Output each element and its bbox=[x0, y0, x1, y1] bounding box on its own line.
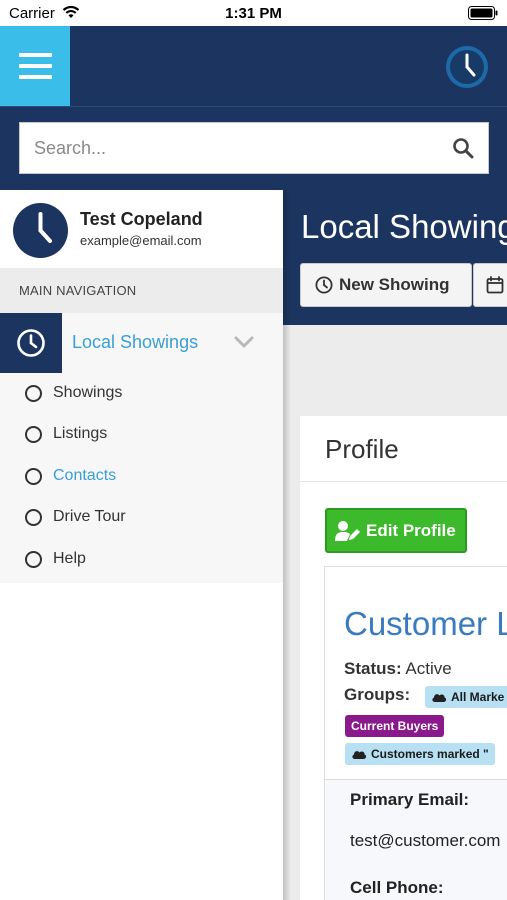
chevron-down-icon[interactable] bbox=[234, 335, 254, 349]
user-email: example@email.com bbox=[80, 233, 202, 248]
new-showing-label: New Showing bbox=[339, 275, 450, 294]
tag-label: Customers marked " bbox=[371, 747, 489, 761]
nav-section-header: MAIN NAVIGATION bbox=[0, 268, 283, 313]
page-header: Local Showings New Showing bbox=[283, 190, 507, 325]
user-edit-icon bbox=[335, 520, 360, 541]
clock-icon bbox=[0, 313, 62, 373]
clock-logo-icon bbox=[446, 46, 488, 88]
status-label: Status: bbox=[344, 659, 402, 678]
circle-icon bbox=[25, 426, 42, 443]
sidebar-item-listings[interactable]: Listings bbox=[0, 414, 283, 455]
customer-name: Customer L bbox=[344, 605, 507, 642]
sidebar-item-local-showings[interactable]: Local Showings bbox=[0, 313, 283, 373]
clock-icon bbox=[315, 276, 333, 294]
user-panel: Test Copeland example@email.com bbox=[0, 190, 283, 268]
contact-info-section: Primary Email: test@customer.com Cell Ph… bbox=[325, 779, 507, 900]
page-title: Local Showings bbox=[301, 208, 507, 245]
sidebar-item-showings[interactable]: Showings bbox=[0, 373, 283, 414]
calendar-icon bbox=[486, 276, 504, 294]
battery-icon bbox=[468, 6, 498, 20]
edit-profile-button[interactable]: Edit Profile bbox=[325, 508, 467, 553]
group-tag[interactable]: Current Buyers bbox=[345, 715, 445, 737]
user-name: Test Copeland bbox=[80, 209, 203, 229]
search-icon[interactable] bbox=[452, 137, 474, 159]
groups-label: Groups: bbox=[344, 685, 411, 704]
circle-icon bbox=[25, 385, 42, 402]
top-app-bar bbox=[0, 26, 507, 106]
search-band bbox=[0, 106, 507, 190]
sidebar-item-help[interactable]: Help bbox=[0, 539, 283, 580]
circle-icon bbox=[25, 468, 42, 485]
clock-time: 1:31 PM bbox=[225, 5, 282, 22]
customer-box: Customer L Status: Active Groups: All Ma… bbox=[324, 566, 507, 900]
sidebar: Test Copeland example@email.com MAIN NAV… bbox=[0, 190, 283, 900]
status-bar: Carrier 1:31 PM bbox=[0, 0, 507, 26]
search-input[interactable] bbox=[34, 133, 434, 163]
sidebar-item-label: Help bbox=[53, 550, 86, 567]
groups-line: Groups: bbox=[344, 685, 410, 705]
sidebar-item-drive-tour[interactable]: Drive Tour bbox=[0, 497, 283, 538]
cloud-icon bbox=[432, 694, 447, 702]
sidebar-item-label: Contacts bbox=[53, 467, 117, 484]
group-tag[interactable]: All Marke bbox=[425, 686, 507, 708]
new-showing-button[interactable]: New Showing bbox=[300, 263, 472, 307]
hamburger-icon bbox=[18, 53, 52, 79]
status-value: Active bbox=[405, 659, 452, 678]
calendar-button[interactable] bbox=[473, 263, 507, 307]
cell-phone-label: Cell Phone: bbox=[350, 878, 444, 897]
menu-button[interactable] bbox=[0, 26, 70, 106]
edit-profile-label: Edit Profile bbox=[366, 520, 456, 540]
sidebar-item-label: Drive Tour bbox=[53, 508, 126, 525]
cloud-icon bbox=[352, 751, 367, 759]
primary-email-label: Primary Email: bbox=[350, 790, 470, 809]
profile-title: Profile bbox=[325, 434, 399, 464]
tag-label: All Marke bbox=[451, 690, 505, 704]
circle-icon bbox=[25, 551, 42, 568]
avatar bbox=[13, 203, 68, 258]
main-content: Local Showings New Showing Profile bbox=[283, 190, 507, 900]
search-box bbox=[19, 122, 489, 174]
circle-icon bbox=[25, 509, 42, 526]
subnav-list: Showings Listings Contacts Drive Tour He… bbox=[0, 373, 283, 583]
tag-label: Current Buyers bbox=[351, 719, 439, 733]
sidebar-item-label: Listings bbox=[53, 425, 108, 442]
group-tag[interactable]: Customers marked " bbox=[345, 743, 495, 765]
sidebar-group-label: Local Showings bbox=[72, 332, 199, 352]
sidebar-shadow bbox=[283, 190, 291, 900]
divider bbox=[300, 481, 507, 482]
primary-email-value[interactable]: test@customer.com bbox=[350, 831, 500, 851]
status-line: Status: Active bbox=[344, 659, 452, 679]
sidebar-item-label: Showings bbox=[53, 384, 123, 401]
profile-card: Profile Edit Profile Customer L Status: … bbox=[300, 416, 507, 900]
sidebar-item-contacts[interactable]: Contacts bbox=[0, 456, 283, 497]
